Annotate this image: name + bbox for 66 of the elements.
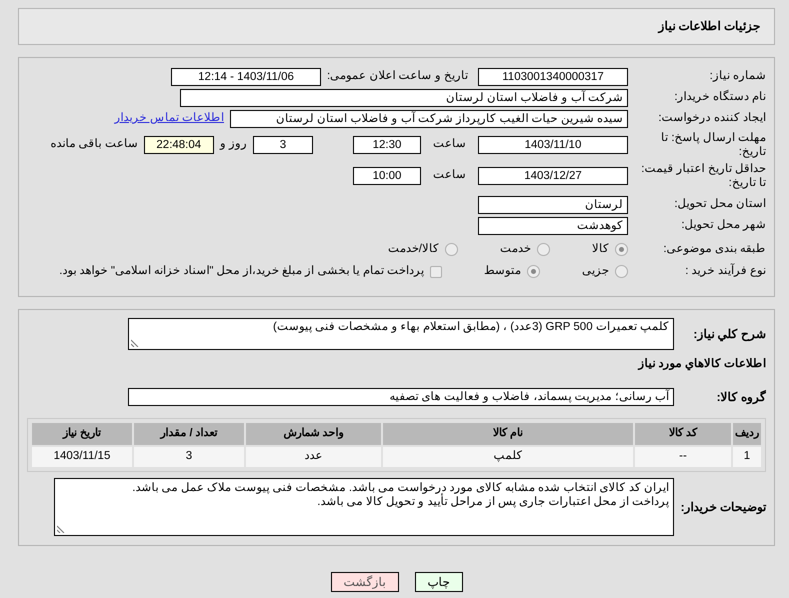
date-field[interactable]: 1403/12/27 — [478, 167, 628, 185]
resize-grip-icon[interactable] — [131, 339, 139, 347]
buyer-notes-field[interactable]: ایران کد کالای انتخاب شده مشابه کالای مورد درخواست می باشد. مشخصات فنی پیوست ملاک عمل می باشد. پرداخت از محل اعتبارات جاری پس از مراحل تأیید و تحویل کالا می باشد. — [54, 478, 674, 536]
city-field[interactable]: کوهدشت — [478, 217, 628, 235]
option-label: متوسط — [484, 265, 521, 279]
option-label: کالا — [592, 243, 609, 257]
option-label: خدمت — [500, 243, 531, 257]
field-label: شهر محل تحویل: — [680, 219, 766, 233]
field-label: شماره نیاز: — [708, 70, 766, 84]
field-label: استان محل تحویل: — [673, 198, 766, 212]
table-cell: کلمپ — [383, 447, 633, 467]
notes-line: پرداخت از محل اعتبارات جاری پس از مراحل تأیید و تحویل کالا می باشد. — [59, 495, 669, 509]
field-label: ساعت — [433, 169, 466, 183]
back-button[interactable]: بازگشت — [330, 572, 398, 592]
column-header: واحد شمارش — [246, 423, 381, 445]
radio-button[interactable] — [527, 265, 540, 278]
buyer-org-field[interactable]: شرکت آب و فاضلاب استان لرستان — [180, 89, 628, 107]
need-number-field[interactable]: 1103001340000317 — [478, 68, 628, 86]
days-field[interactable]: 3 — [253, 136, 313, 154]
field-label: نوع فرآیند خرید : — [684, 265, 766, 279]
notes-line: ایران کد کالای انتخاب شده مشابه کالای مورد درخواست می باشد. مشخصات فنی پیوست ملاک عمل می باشد. — [131, 481, 669, 494]
radio-button[interactable] — [445, 243, 458, 256]
print-button[interactable]: چاپ — [414, 572, 462, 592]
field-label: حداقل تاریخ اعتبار قیمت: تا تاریخ: — [640, 162, 766, 190]
field-label: گروه کالا: — [716, 390, 766, 404]
option-label: کالا/خدمت — [388, 243, 439, 257]
table-cell: 1 — [733, 447, 761, 467]
column-header: تعداد / مقدار — [134, 423, 244, 445]
page-title: جزئیات اطلاعات نیاز — [658, 19, 760, 34]
table-cell: -- — [635, 447, 731, 467]
date-field[interactable]: 1403/11/10 — [478, 136, 628, 154]
resize-grip-icon[interactable] — [57, 525, 65, 533]
province-field[interactable]: لرستان — [478, 196, 628, 214]
field-label: روز و — [220, 138, 247, 152]
description-text: کلمپ تعمیرات GRP 500 (3عدد) ، (مطابق استعلام بهاء و مشخصات فنی پیوست) — [273, 321, 669, 333]
table-cell: عدد — [246, 447, 381, 467]
payment-note: پرداخت تمام یا بخشی از مبلغ خرید،از محل "اسناد خزانه اسلامی" خواهد بود. — [59, 265, 424, 279]
column-header: کد کالا — [635, 423, 731, 445]
time-field[interactable]: 12:30 — [353, 136, 421, 154]
field-label: ساعت باقی مانده — [50, 138, 138, 152]
section-title: اطلاعات کالاهاي مورد نياز — [638, 358, 766, 372]
goods-group-field[interactable]: آب رسانی؛ مدیریت پسماند، فاضلاب و فعالیت های تصفیه — [128, 388, 674, 406]
field-label: توضیحات خریدار: — [680, 500, 766, 514]
table-cell: 1403/11/15 — [32, 447, 132, 467]
field-label: نام دستگاه خریدار: — [673, 91, 766, 105]
table-cell: 3 — [134, 447, 244, 467]
announce-date-field[interactable]: 1403/11/06 - 12:14 — [171, 68, 322, 86]
contact-link[interactable]: اطلاعات تماس خریدار — [114, 112, 224, 126]
column-header: ردیف — [733, 423, 761, 445]
field-label: تاریخ و ساعت اعلان عمومی: — [327, 70, 468, 84]
column-header: تاریخ نیاز — [32, 423, 132, 445]
description-field[interactable]: کلمپ تعمیرات GRP 500 (3عدد) ، (مطابق استعلام بهاء و مشخصات فنی پیوست) — [128, 318, 674, 350]
field-label: ساعت — [433, 138, 466, 152]
requester-field[interactable]: سیده شیرین حیات الغیب کارپرداز شرکت آب و فاضلاب استان لرستان — [230, 110, 628, 128]
remaining-time-field[interactable]: 22:48:04 — [144, 136, 214, 154]
radio-button[interactable] — [615, 243, 628, 256]
field-label: ایجاد کننده درخواست: — [657, 112, 766, 126]
time-field[interactable]: 10:00 — [353, 167, 421, 185]
column-header: نام کالا — [383, 423, 633, 445]
checkbox[interactable] — [430, 266, 442, 278]
radio-button[interactable] — [615, 265, 628, 278]
field-label: مهلت ارسال پاسخ: تا تاریخ: — [660, 131, 766, 159]
field-label: شرح کلي نياز: — [692, 326, 766, 342]
radio-button[interactable] — [537, 243, 550, 256]
field-label: طبقه بندی موضوعی: — [662, 243, 766, 257]
option-label: جزیی — [582, 265, 609, 279]
